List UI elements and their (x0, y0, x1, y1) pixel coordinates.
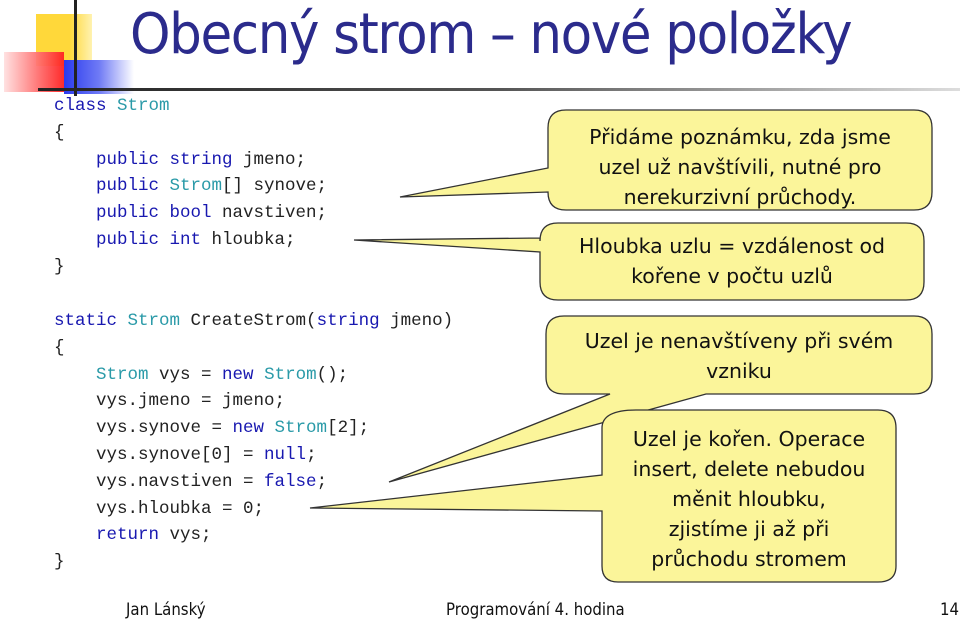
footer-course: Programování 4. hodina (446, 600, 625, 620)
callout-line: kořene v počtu uzlů (631, 264, 833, 288)
callout-root-note: Uzel je kořen. Operace insert, delete neb… (602, 424, 896, 574)
callout-line: měnit hloubku, (672, 487, 826, 511)
callout-visited-note: Přidáme poznámku, zda jsme uzel už navští… (548, 122, 932, 212)
footer-page-number: 14 (940, 600, 960, 620)
footer-author: Jan Lánský (126, 600, 206, 620)
callout-line: nerekurzivní průchody. (623, 185, 857, 209)
callout-line: vzniku (706, 359, 772, 383)
callout-line: Uzel je kořen. Operace (632, 427, 866, 451)
callout-line: Hloubka uzlu = vzdálenost od (579, 234, 885, 258)
callout-line: průchodu stromem (651, 547, 847, 571)
callout-line: Uzel je nenavštíveny při svém (584, 329, 894, 353)
callout-line: insert, delete nebudou (632, 457, 866, 481)
callout-depth-note: Hloubka uzlu = vzdálenost od kořene v poč… (540, 231, 924, 291)
callout-line: zjistíme ji až při (668, 517, 830, 541)
callout-line: uzel už navštívili, nutné pro (598, 155, 882, 179)
callout-line: Přidáme poznámku, zda jsme (589, 125, 891, 149)
callout-unvisited-note: Uzel je nenavštíveny při svém vzniku (546, 326, 932, 386)
